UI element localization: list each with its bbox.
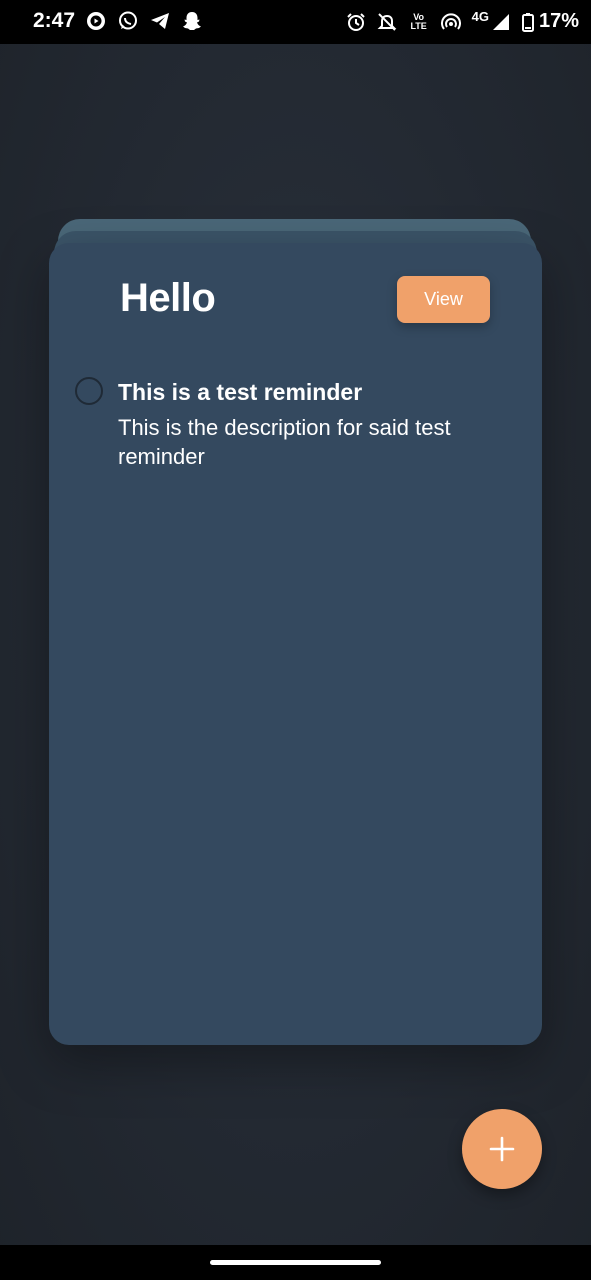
app-screen: 2:47 Vo LTE 4G 17% Hello View This is a … [0,0,591,1280]
signal-icon [492,13,509,30]
home-indicator[interactable] [210,1260,381,1265]
telegram-icon [151,13,169,29]
media-icon [87,12,105,30]
reminder-checkbox[interactable] [75,377,103,405]
reminder-title: This is a test reminder [118,379,363,405]
status-time: 2:47 [33,9,76,32]
plus-icon [489,1136,515,1162]
hotspot-icon [440,12,461,30]
reminder-list-card[interactable]: Hello View This is a test reminder This … [49,243,542,1045]
whatsapp-icon [119,11,137,30]
network-type: 4G [471,9,489,24]
list-title: Hello [120,276,216,320]
reminder-description: This is the description for said test re… [118,415,451,469]
snapchat-icon [183,12,201,30]
alarm-icon [346,12,365,31]
bell-off-icon [377,12,397,31]
add-reminder-button[interactable] [462,1109,542,1189]
navigation-bar [0,1245,591,1280]
volte-label: Vo LTE [410,11,427,31]
status-bar: 2:47 Vo LTE 4G 17% [0,0,591,44]
battery-percent: 17% [538,10,579,32]
view-button[interactable]: View [397,276,490,323]
battery-icon [521,12,534,32]
